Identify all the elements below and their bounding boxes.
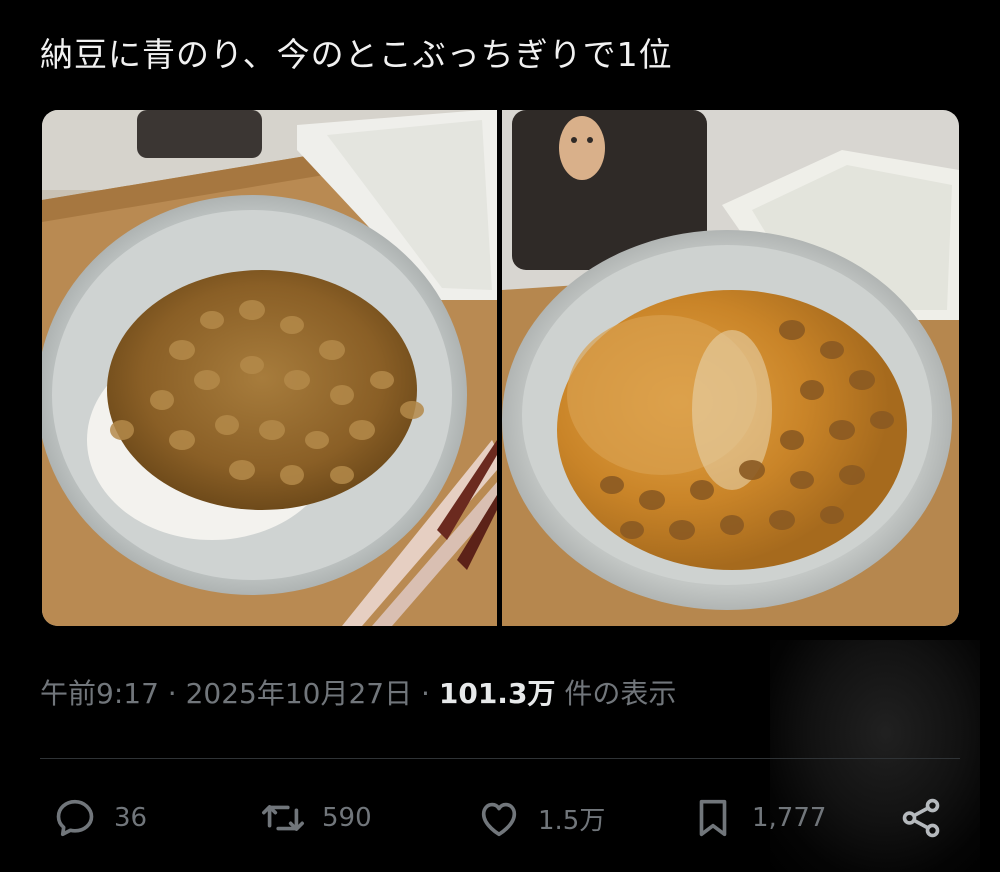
reply-icon xyxy=(56,799,94,837)
tweet-text: 納豆に青のり、今のとこぶっちぎりで1位 xyxy=(40,35,673,74)
retweet-icon xyxy=(262,805,304,831)
tweet-date[interactable]: 2025年10月27日 xyxy=(186,677,413,710)
bookmark-icon xyxy=(699,799,727,837)
tweet-meta: 午前9:17 · 2025年10月27日 · 101.3万 件の表示 xyxy=(40,672,676,712)
bookmark-button[interactable]: 1,777 xyxy=(690,790,826,846)
share-button[interactable] xyxy=(898,790,944,846)
retweet-button[interactable]: 590 xyxy=(260,790,372,846)
action-bar: 36 590 1.5万 1,777 xyxy=(0,790,1000,846)
meta-separator: · xyxy=(421,677,439,710)
natto-egg-bowl-image xyxy=(502,110,959,626)
divider xyxy=(40,758,960,759)
heart-icon xyxy=(481,802,517,837)
share-icon xyxy=(902,798,940,838)
bookmark-count: 1,777 xyxy=(752,803,827,833)
reply-count: 36 xyxy=(114,803,148,833)
photo-natto-egg-bowl[interactable] xyxy=(502,110,959,626)
views-label: 件の表示 xyxy=(564,677,677,710)
like-button[interactable]: 1.5万 xyxy=(476,790,605,846)
reply-button[interactable]: 36 xyxy=(52,790,147,846)
retweet-count: 590 xyxy=(322,803,372,833)
views-count: 101.3万 xyxy=(438,677,556,710)
media-grid[interactable] xyxy=(42,110,959,626)
like-count: 1.5万 xyxy=(538,805,606,836)
meta-separator: · xyxy=(167,677,186,710)
natto-rice-bowl-image xyxy=(42,110,497,626)
tweet-time[interactable]: 午前9:17 xyxy=(40,677,159,710)
photo-natto-rice-bowl[interactable] xyxy=(42,110,497,626)
